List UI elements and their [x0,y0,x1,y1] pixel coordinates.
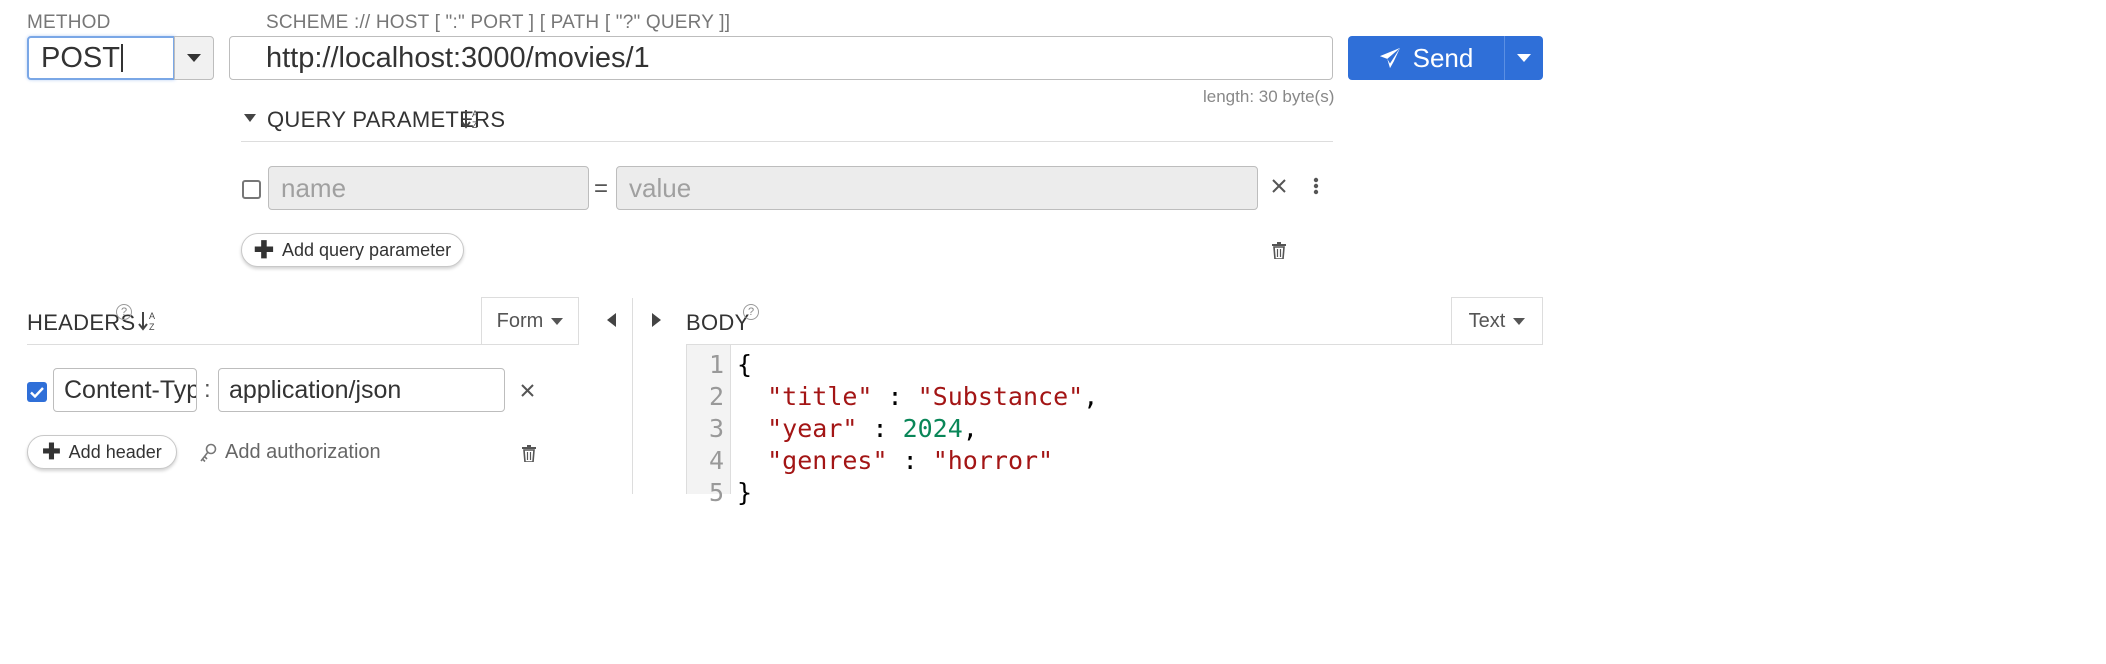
line-number: 5 [708,478,724,507]
code-line: "title" : "Substance", [737,381,1098,413]
line-number: 4 [708,446,724,475]
query-equals: = [594,175,609,202]
line-number: 2 [708,382,724,411]
code-line: { [737,349,1098,381]
code-string: "title" [767,382,873,411]
line-number: 3 [708,414,724,443]
method-caption: METHOD [27,12,111,33]
plus-icon: ✚ [42,439,61,464]
code-punctuation: , [962,414,978,443]
svg-text:A: A [472,109,478,119]
caret-down-icon [187,54,201,62]
code-string: "Substance" [917,382,1084,411]
headers-format-label: Form [496,310,544,332]
add-authorization-label: Add authorization [225,441,381,463]
header-separator: : [204,376,211,403]
code-string: "horror" [932,446,1054,475]
query-param-checkbox[interactable] [242,180,261,199]
code-punctuation: : [872,382,918,411]
trash-icon[interactable] [1270,240,1288,260]
headers-divider [27,344,579,345]
header-value-input[interactable]: application/json [218,368,505,412]
body-title: BODY [686,310,750,335]
add-header-label: Add header [68,441,162,462]
send-options-button[interactable] [1505,36,1543,80]
url-caption: SCHEME :// HOST [ ":" PORT ] [ PATH [ "?… [266,12,731,33]
sort-alpha-icon[interactable]: AZ [137,310,159,332]
expand-right-icon[interactable] [650,312,662,328]
body-format-dropdown[interactable]: Text [1451,297,1543,345]
line-number: 1 [708,350,724,379]
add-query-parameter-button[interactable]: ✚ Add query parameter [241,233,464,267]
svg-text:A: A [149,311,155,321]
plus-icon: ✚ [253,236,274,264]
send-button[interactable]: Send [1348,36,1505,80]
trash-icon[interactable] [520,443,538,463]
method-value: POST [41,41,120,74]
code-punctuation: } [737,478,753,507]
caret-down-icon [551,318,564,325]
more-vertical-icon[interactable] [1306,175,1326,197]
send-label: Send [1412,42,1474,73]
caret-down-icon [1517,54,1531,62]
code-content[interactable]: { "title" : "Substance", "year" : 2024, … [737,349,1098,509]
text-cursor [120,44,123,72]
code-line: "genres" : "horror" [737,445,1098,477]
add-authorization-link[interactable]: Add authorization [199,441,381,464]
collapse-query-toggle[interactable] [243,112,257,124]
paper-plane-icon [1379,47,1400,69]
close-icon[interactable] [1268,175,1290,197]
code-punctuation: : [857,414,903,443]
code-punctuation: { [737,350,753,379]
method-dropdown-button[interactable] [174,36,214,80]
code-punctuation: , [1083,382,1099,411]
query-divider [241,141,1333,142]
body-editor[interactable]: 1 2 3 4 5 { "title" : "Substance", "year" : … [686,345,1543,507]
code-string: "year" [767,414,858,443]
query-param-name-input[interactable]: name [268,166,589,210]
caret-down-icon [244,114,256,122]
send-button-group: Send [1348,36,1543,80]
svg-text:Z: Z [149,322,155,332]
code-punctuation: : [887,446,933,475]
code-punctuation [737,382,767,411]
caret-down-icon [1513,318,1526,325]
svg-text:Z: Z [472,120,478,130]
code-line: } [737,477,1098,509]
key-icon [200,443,217,462]
add-query-parameter-label: Add query parameter [282,239,452,260]
method-input[interactable]: POST [27,36,175,80]
body-format-label: Text [1468,310,1506,332]
code-punctuation [737,414,767,443]
panel-splitter[interactable] [632,298,633,494]
collapse-left-icon[interactable] [605,312,617,328]
sort-alpha-icon[interactable]: AZ [460,108,482,130]
header-name-input[interactable]: Content-Type [53,368,197,412]
line-number-gutter: 1 2 3 4 5 [687,345,731,507]
add-header-button[interactable]: ✚ Add header [27,435,177,469]
code-number: 2024 [902,414,963,443]
checkmark-icon [30,386,44,398]
code-line: "year" : 2024, [737,413,1098,445]
url-input[interactable]: http://localhost:3000/movies/1 [229,36,1333,80]
header-enabled-checkbox[interactable] [27,382,47,402]
code-punctuation [737,446,767,475]
code-string: "genres" [767,446,888,475]
url-length: length: 30 byte(s) [1203,87,1335,106]
help-circle-icon[interactable]: ? [743,304,759,320]
close-icon[interactable] [517,380,537,400]
headers-format-dropdown[interactable]: Form [481,297,579,345]
help-circle-icon[interactable]: ? [116,304,132,320]
query-param-value-input[interactable]: value [616,166,1258,210]
